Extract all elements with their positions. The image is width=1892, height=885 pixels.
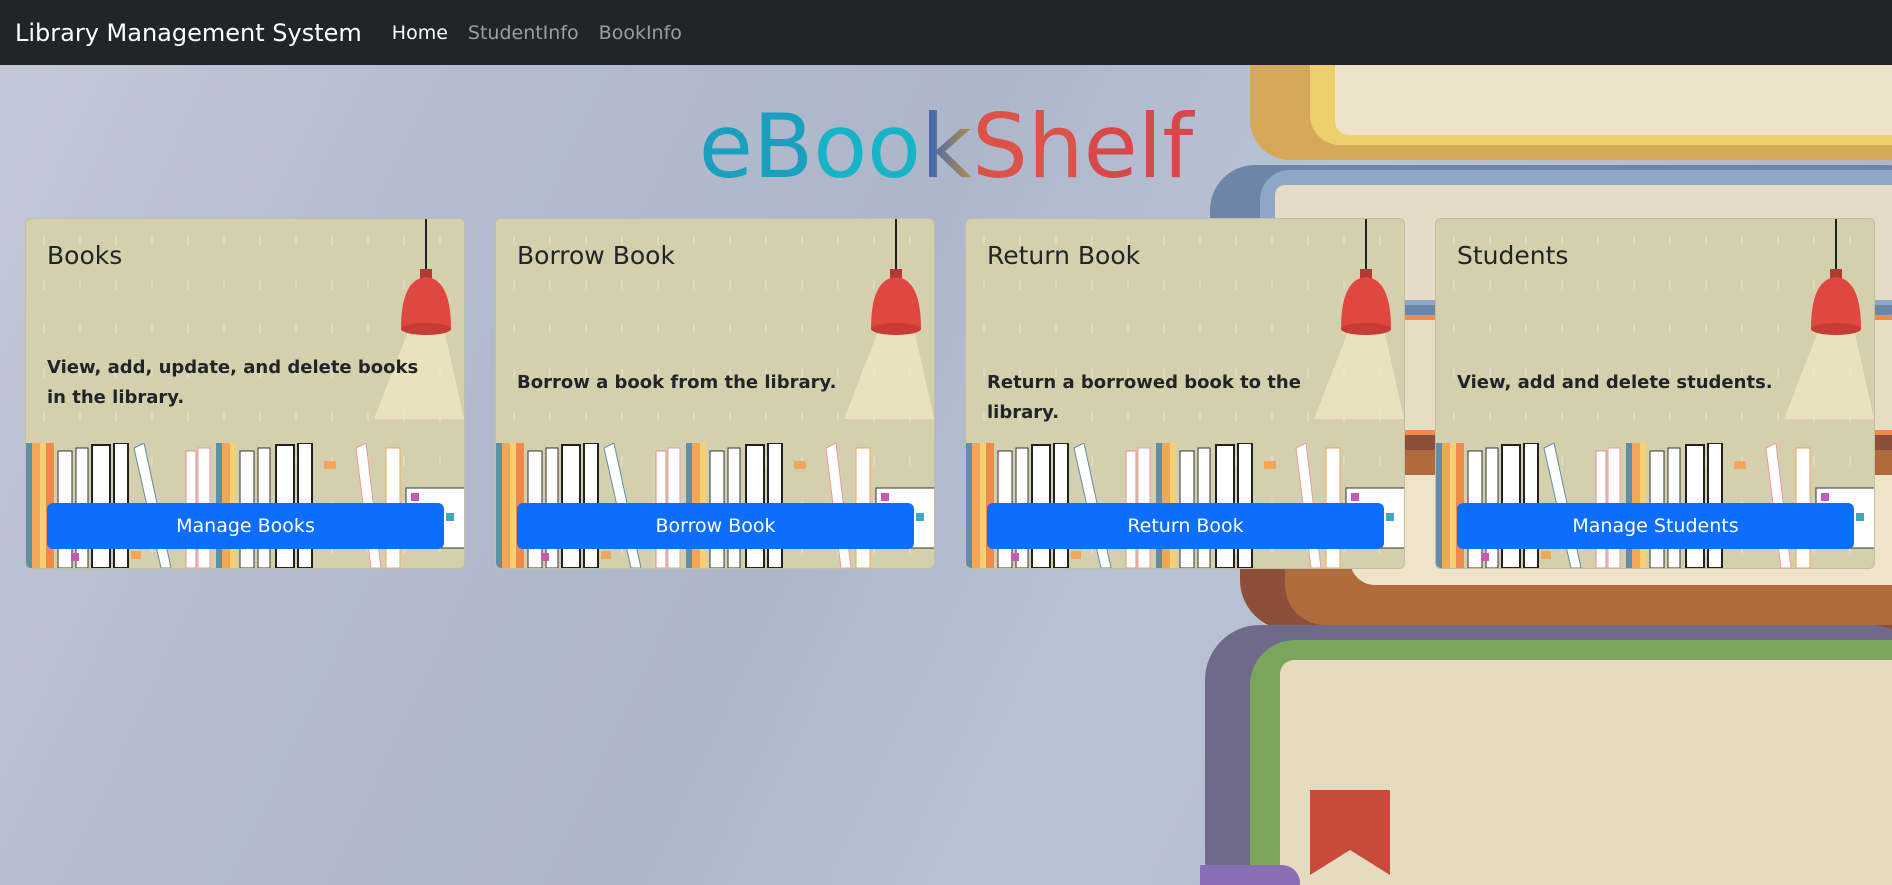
manage-students-button[interactable]: Manage Students: [1457, 503, 1854, 549]
nav-link-bookinfo[interactable]: BookInfo: [599, 22, 682, 44]
navbar-brand[interactable]: Library Management System: [15, 19, 362, 47]
card-title: Return Book: [987, 241, 1141, 270]
card-title: Students: [1457, 241, 1569, 270]
nav-link-studentinfo[interactable]: StudentInfo: [468, 22, 579, 44]
return-book-button[interactable]: Return Book: [987, 503, 1384, 549]
feature-cards: Books View, add, update, and delete book…: [25, 218, 1875, 569]
card-students: Students View, add and delete students. …: [1435, 218, 1875, 569]
card-return-book: Return Book Return a borrowed book to th…: [965, 218, 1405, 569]
card-description: View, add, update, and delete books in t…: [47, 357, 419, 408]
borrow-book-button[interactable]: Borrow Book: [517, 503, 914, 549]
navbar: Library Management System Home StudentIn…: [0, 0, 1892, 65]
card-borrow-book: Borrow Book Borrow a book from the libra…: [495, 218, 935, 569]
card-description: View, add and delete students.: [1457, 372, 1773, 393]
card-books: Books View, add, update, and delete book…: [25, 218, 465, 569]
manage-books-button[interactable]: Manage Books: [47, 503, 444, 549]
nav-link-home[interactable]: Home: [392, 22, 448, 44]
ebookshelf-logo-title: eBookShelf: [698, 95, 1194, 198]
card-title: Books: [47, 241, 123, 270]
card-description: Borrow a book from the library.: [517, 372, 837, 393]
card-title: Borrow Book: [517, 241, 675, 270]
card-description: Return a borrowed book to the library.: [987, 372, 1301, 423]
